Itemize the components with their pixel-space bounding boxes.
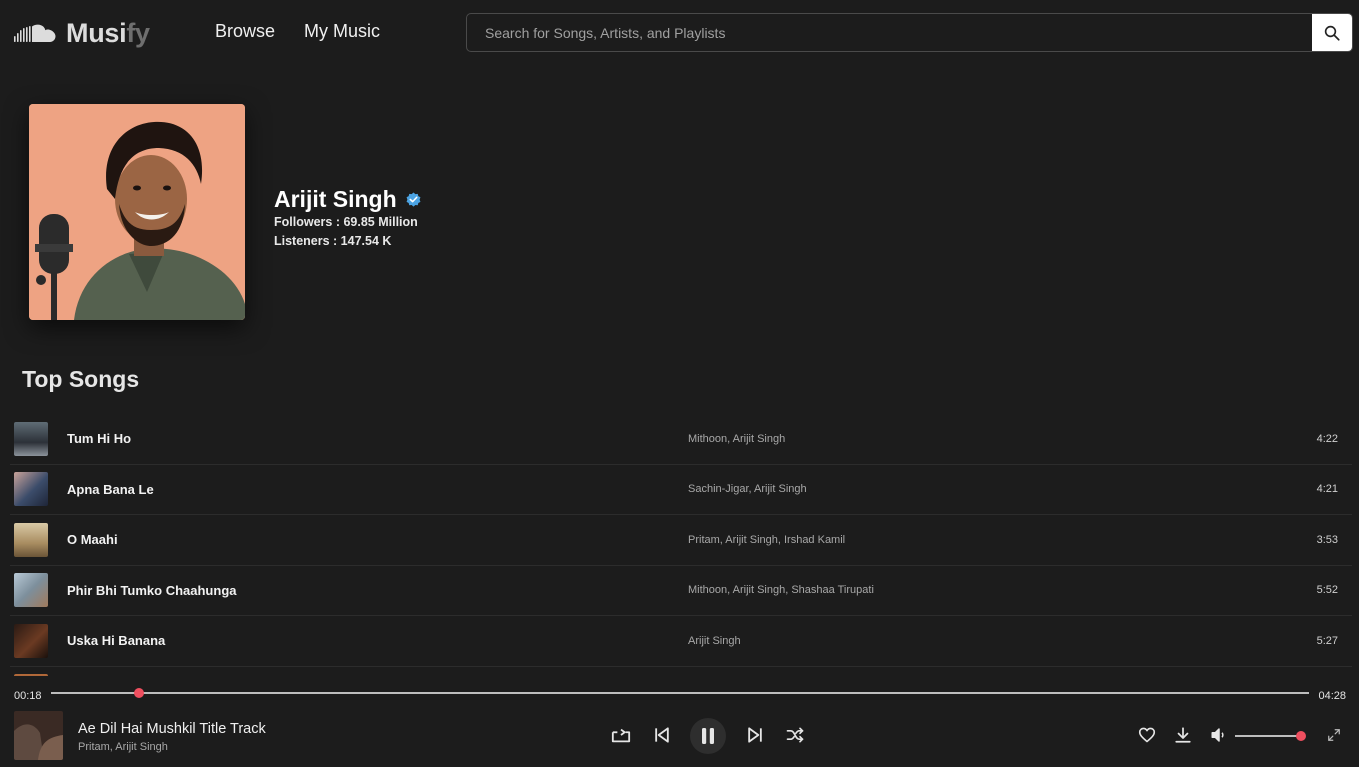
soundcloud-cloud-icon bbox=[14, 24, 56, 42]
song-artists: Mithoon, Arijit Singh, Shashaa Tirupati bbox=[688, 584, 874, 597]
artist-followers: Followers : 69.85 Million bbox=[274, 215, 418, 229]
song-row[interactable]: Uska Hi Banana Arijit Singh 5:27 bbox=[10, 616, 1352, 667]
progress-handle[interactable] bbox=[134, 688, 145, 698]
current-time: 00:18 bbox=[14, 690, 42, 702]
top-songs-list: Tum Hi Ho Mithoon, Arijit Singh 4:22 Apn… bbox=[10, 414, 1352, 676]
progress-bar[interactable] bbox=[51, 688, 1309, 698]
shuffle-button[interactable] bbox=[783, 723, 807, 747]
skip-previous-icon bbox=[655, 727, 669, 743]
song-row[interactable]: Apna Bana Le Sachin-Jigar, Arijit Singh … bbox=[10, 465, 1352, 515]
artist-name-row: Arijit Singh bbox=[274, 186, 422, 213]
previous-button[interactable] bbox=[650, 723, 674, 747]
volume-slider[interactable] bbox=[1235, 731, 1306, 741]
song-title: Tum Hi Ho bbox=[67, 431, 132, 447]
app-logo[interactable]: Musify bbox=[14, 18, 150, 49]
repeat-button[interactable] bbox=[609, 723, 633, 747]
next-button[interactable] bbox=[743, 723, 767, 747]
nav-my-music[interactable]: My Music bbox=[304, 21, 380, 42]
song-row[interactable]: Tum Hi Ho Mithoon, Arijit Singh 4:22 bbox=[10, 414, 1352, 465]
volume-handle[interactable] bbox=[1296, 731, 1306, 741]
like-button[interactable] bbox=[1135, 723, 1159, 747]
top-header: Musify Browse My Music bbox=[0, 0, 1359, 66]
fullscreen-button[interactable] bbox=[1322, 723, 1346, 747]
app-name-secondary: fy bbox=[126, 18, 150, 48]
song-duration: 4:22 bbox=[1316, 432, 1338, 445]
shuffle-icon bbox=[786, 727, 804, 743]
search-icon bbox=[1324, 25, 1340, 41]
artist-listeners: Listeners : 147.54 K bbox=[274, 234, 392, 248]
song-duration: 4:21 bbox=[1316, 483, 1338, 496]
song-duration: 5:27 bbox=[1316, 634, 1338, 647]
repeat-icon bbox=[611, 728, 631, 743]
nav-browse[interactable]: Browse bbox=[215, 21, 275, 42]
song-duration: 5:52 bbox=[1316, 584, 1338, 597]
song-row[interactable] bbox=[10, 667, 1352, 676]
song-row[interactable]: Phir Bhi Tumko Chaahunga Mithoon, Arijit… bbox=[10, 566, 1352, 616]
heart-icon bbox=[1138, 727, 1156, 743]
song-artwork bbox=[14, 573, 48, 608]
song-artwork bbox=[14, 623, 48, 658]
song-artwork bbox=[14, 522, 48, 557]
top-songs-heading: Top Songs bbox=[22, 366, 140, 392]
expand-icon bbox=[1328, 729, 1340, 741]
song-artists: Mithoon, Arijit Singh bbox=[688, 432, 786, 445]
search-bar bbox=[466, 13, 1353, 52]
artist-image bbox=[29, 104, 245, 320]
download-button[interactable] bbox=[1171, 723, 1195, 747]
volume-button[interactable] bbox=[1207, 723, 1231, 747]
search-input[interactable] bbox=[467, 14, 1312, 51]
verified-badge-icon bbox=[406, 192, 421, 207]
song-title: Apna Bana Le bbox=[67, 481, 154, 497]
app-name-primary: Musi bbox=[66, 18, 127, 48]
pause-icon bbox=[702, 728, 714, 744]
now-playing-artists[interactable]: Pritam, Arijit Singh bbox=[78, 741, 168, 753]
main-nav: Browse My Music bbox=[215, 21, 380, 42]
total-time: 04:28 bbox=[1318, 690, 1346, 702]
play-pause-button[interactable] bbox=[690, 718, 726, 754]
now-playing-artwork[interactable] bbox=[14, 711, 63, 760]
song-artwork bbox=[14, 421, 48, 456]
skip-next-icon bbox=[748, 727, 762, 743]
volume-icon bbox=[1211, 728, 1224, 742]
song-artwork bbox=[14, 472, 48, 507]
now-playing-title[interactable]: Ae Dil Hai Mushkil Title Track bbox=[78, 721, 266, 737]
song-title: Phir Bhi Tumko Chaahunga bbox=[67, 582, 237, 598]
song-title: O Maahi bbox=[67, 532, 118, 548]
search-button[interactable] bbox=[1312, 14, 1352, 51]
artist-name: Arijit Singh bbox=[274, 186, 397, 212]
song-title: Uska Hi Banana bbox=[67, 633, 166, 649]
song-artists: Sachin-Jigar, Arijit Singh bbox=[688, 483, 807, 496]
artist-info: Arijit Singh Followers : 69.85 Million L… bbox=[274, 186, 422, 251]
player-bar: 00:18 04:28 Ae Dil Hai Mushkil Title Tra… bbox=[0, 676, 1359, 767]
song-row[interactable]: O Maahi Pritam, Arijit Singh, Irshad Kam… bbox=[10, 515, 1352, 566]
song-duration: 3:53 bbox=[1316, 533, 1338, 546]
download-icon bbox=[1175, 727, 1191, 743]
app-name: Musify bbox=[66, 18, 150, 49]
song-artists: Pritam, Arijit Singh, Irshad Kamil bbox=[688, 533, 846, 546]
song-artists: Arijit Singh bbox=[688, 634, 741, 647]
